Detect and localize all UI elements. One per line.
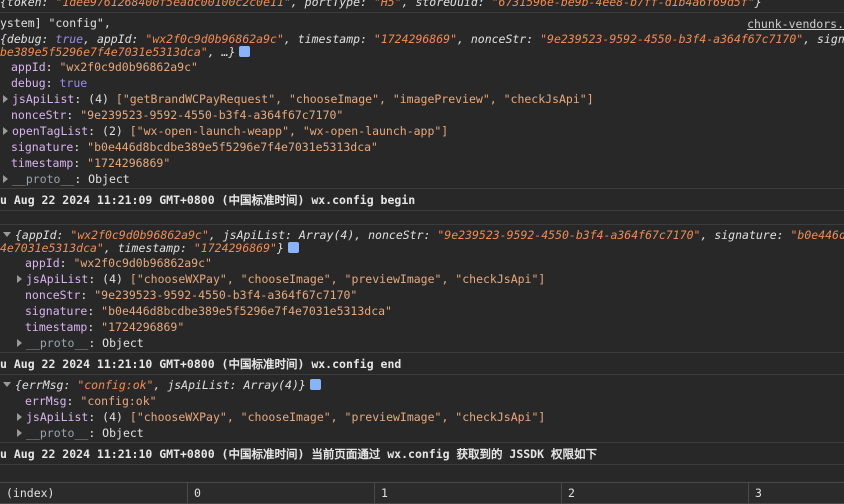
console-table-header: (index) 0 1 2 3 xyxy=(0,482,844,504)
separator xyxy=(0,352,844,353)
log-line-config-begin: u Aug 22 2024 11:21:09 GMT+0800 (中国标准时间)… xyxy=(0,193,416,207)
prop-timestamp: timestamp: "1724296869" xyxy=(25,320,185,334)
separator xyxy=(0,188,844,189)
expand-arrow-icon[interactable] xyxy=(3,127,8,135)
table-header-0[interactable]: 0 xyxy=(188,483,375,503)
table-header-2[interactable]: 2 xyxy=(562,483,749,503)
expand-arrow-icon[interactable] xyxy=(3,175,8,183)
separator xyxy=(0,374,844,375)
expand-arrow-icon[interactable] xyxy=(17,429,22,437)
prop-signature: signature: "b0e446d8bcdbe389e5f5296e7f4e… xyxy=(25,304,392,318)
info-icon[interactable] xyxy=(287,242,299,253)
log-line-config-header: ystem] "config", xyxy=(0,16,111,30)
prop-jsapilist[interactable]: jsApiList: (4) ["chooseWXPay", "chooseIm… xyxy=(17,271,545,287)
prop-errmsg: errMsg: "config:ok" xyxy=(25,394,157,408)
prop-debug: debug: true xyxy=(11,76,88,90)
prop-jsapilist[interactable]: jsApiList: (4) ["getBrandWCPayRequest", … xyxy=(3,91,594,107)
object-summary[interactable]: {errMsg: "config:ok", jsApiList: Array(4… xyxy=(3,377,321,393)
prop-signature: signature: "b0e446d8bcdbe389e5f5296e7f4e… xyxy=(11,140,378,154)
prop-proto[interactable]: __proto__: Object xyxy=(17,335,144,351)
table-header-index[interactable]: (index) xyxy=(0,483,188,503)
separator xyxy=(0,224,844,225)
expand-arrow-icon[interactable] xyxy=(3,95,8,103)
prop-jsapilist[interactable]: jsApiList: (4) ["chooseWXPay", "chooseIm… xyxy=(17,409,545,425)
object-summary-cont: 4e7031e5313dca", timestamp: "1724296869"… xyxy=(0,240,299,256)
collapse-arrow-icon[interactable] xyxy=(3,382,11,387)
collapse-arrow-icon[interactable] xyxy=(3,232,11,237)
separator xyxy=(0,464,844,465)
separator xyxy=(0,442,844,443)
prop-opentaglist[interactable]: openTagList: (2) ["wx-open-launch-weapp"… xyxy=(3,123,448,139)
table-header-1[interactable]: 1 xyxy=(375,483,562,503)
prop-noncestr: nonceStr: "9e239523-9592-4550-b3f4-a364f… xyxy=(25,288,358,302)
expand-arrow-icon[interactable] xyxy=(17,413,22,421)
separator xyxy=(0,210,844,211)
separator xyxy=(0,12,844,13)
info-icon[interactable] xyxy=(239,46,251,57)
info-icon[interactable] xyxy=(309,379,321,390)
prop-appid: appId: "wx2f0c9d0b96862a9c" xyxy=(11,60,198,74)
prop-proto[interactable]: __proto__: Object xyxy=(17,425,144,441)
expand-arrow-icon[interactable] xyxy=(17,275,22,283)
prop-noncestr: nonceStr: "9e239523-9592-4550-b3f4-a364f… xyxy=(11,108,344,122)
object-summary-cont: be389e5f5296e7f4e7031e5313dca", …} xyxy=(0,44,251,60)
log-line-jssdk: u Aug 22 2024 11:21:10 GMT+0800 (中国标准时间)… xyxy=(0,447,597,461)
table-header-3[interactable]: 3 xyxy=(749,483,844,503)
source-link[interactable]: chunk-vendors. xyxy=(747,16,844,32)
prop-proto[interactable]: __proto__: Object xyxy=(3,171,130,187)
log-line-token: {token: "1dee9761268400f5eadc00100c2c0e1… xyxy=(0,0,762,9)
prop-appid: appId: "wx2f0c9d0b96862a9c" xyxy=(25,256,212,270)
prop-timestamp: timestamp: "1724296869" xyxy=(11,156,171,170)
expand-arrow-icon[interactable] xyxy=(17,339,22,347)
log-line-config-end: u Aug 22 2024 11:21:10 GMT+0800 (中国标准时间)… xyxy=(0,357,402,371)
devtools-console: {token: "1dee9761268400f5eadc00100c2c0e1… xyxy=(0,0,844,504)
